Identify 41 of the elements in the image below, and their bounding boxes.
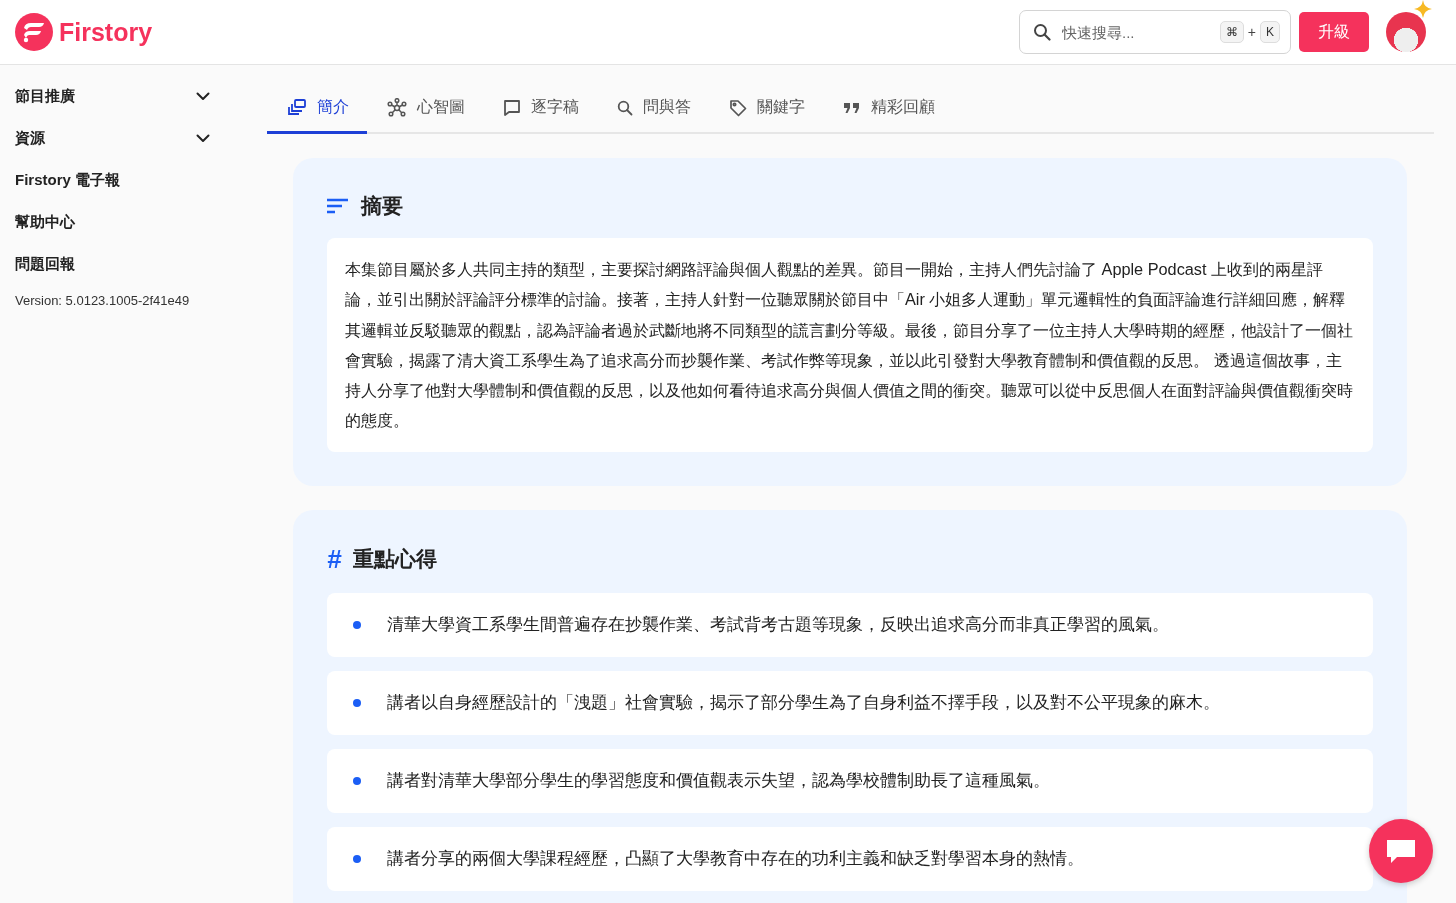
section-title: 摘要 bbox=[361, 193, 403, 219]
tab[interactable]: 簡介 bbox=[267, 87, 367, 134]
highlight-text: 清華大學資工系學生間普遍存在抄襲作業、考試背考古題等現象，反映出追求高分而非真正學習的風氣。 bbox=[387, 613, 1169, 635]
sidebar-item[interactable]: 資源 bbox=[15, 117, 210, 159]
bullet-icon bbox=[353, 776, 361, 785]
summary-text: 本集節目屬於多人共同主持的類型，主要探討網路評論與個人觀點的差異。節目一開始，主持人們先討論了 Apple Podcast 上收到的兩星評論，並引出關於評論評分標準的討論。接著，主持人針對一位聽眾關於節目中「Air 小姐多人運動」單元邏輯性的負面評論進行詳細回應，解釋其邏輯並反駁聽眾的觀點，認為評論者過於武斷地將不同類型的謊言劃分等級。最後，節目分享了一位主持人大學時期的經歷，他設計了一個社會實驗，揭露了清大資工系學生為了追求高分而抄襲作業、考試作弊等現象，並以此引發對大學教育體制和價值觀的反思。 透過這個故事，主持人分享了他對大學體制和價值觀的反思，以及他如何看待追求高分與個人價值之間的衝突。聽眾可以從中反思個人在面對評論與價值觀衝突時的態度。 bbox=[345, 259, 1354, 432]
chat-bubble-icon bbox=[503, 98, 521, 117]
avatar[interactable] bbox=[1386, 12, 1426, 52]
sidebar-item[interactable]: Firstory 電子報 bbox=[15, 159, 210, 201]
sidebar-item[interactable]: 節目推廣 bbox=[15, 75, 210, 117]
search-icon bbox=[617, 99, 633, 116]
list-lines-icon bbox=[327, 198, 349, 214]
chat-button[interactable] bbox=[1369, 819, 1433, 883]
tab[interactable]: 心智圖 bbox=[367, 87, 483, 134]
tab[interactable]: 逐字稿 bbox=[483, 87, 597, 134]
version-text: Version: 5.0123.1005-2f41e49 bbox=[15, 293, 191, 308]
highlight-text: 講者以自身經歷設計的「洩題」社會實驗，揭示了部分學生為了自身利益不擇手段，以及對不公平現象的麻木。 bbox=[387, 691, 1220, 713]
key-hint: ⌘ bbox=[1219, 21, 1244, 43]
sidebar-item[interactable]: 幫助中心 bbox=[15, 201, 210, 243]
quote-icon bbox=[843, 101, 861, 114]
tab[interactable]: 精彩回顧 bbox=[823, 87, 953, 134]
section-title: 重點心得 bbox=[353, 546, 438, 573]
bullet-icon bbox=[353, 698, 361, 707]
sidebar-item[interactable]: 問題回報 bbox=[15, 243, 210, 285]
highlight-text: 講者對清華大學部分學生的學習態度和價值觀表示失望，認為學校體制助長了這種風氣。 bbox=[387, 769, 1050, 791]
logo-text[interactable]: Firstory bbox=[59, 17, 153, 47]
search-icon bbox=[1033, 23, 1051, 41]
key-joiner: + bbox=[1247, 24, 1256, 40]
stacked-windows-icon bbox=[287, 98, 307, 117]
sparkle-icon bbox=[1414, 0, 1432, 18]
upgrade-button[interactable]: 升級 bbox=[1299, 12, 1369, 52]
highlight-text: 講者分享的兩個大學課程經歷，凸顯了大學教育中存在的功利主義和缺乏對學習本身的熱情。 bbox=[387, 847, 1084, 869]
network-icon bbox=[387, 97, 407, 118]
tag-icon bbox=[729, 98, 747, 117]
hash-icon: # bbox=[327, 543, 342, 575]
logo-icon bbox=[15, 13, 53, 51]
tab[interactable]: 問與答 bbox=[597, 87, 709, 134]
chat-bubble-icon bbox=[1385, 837, 1417, 865]
tab[interactable]: 關鍵字 bbox=[709, 87, 823, 134]
bullet-icon bbox=[353, 620, 361, 629]
bullet-icon bbox=[353, 854, 361, 863]
